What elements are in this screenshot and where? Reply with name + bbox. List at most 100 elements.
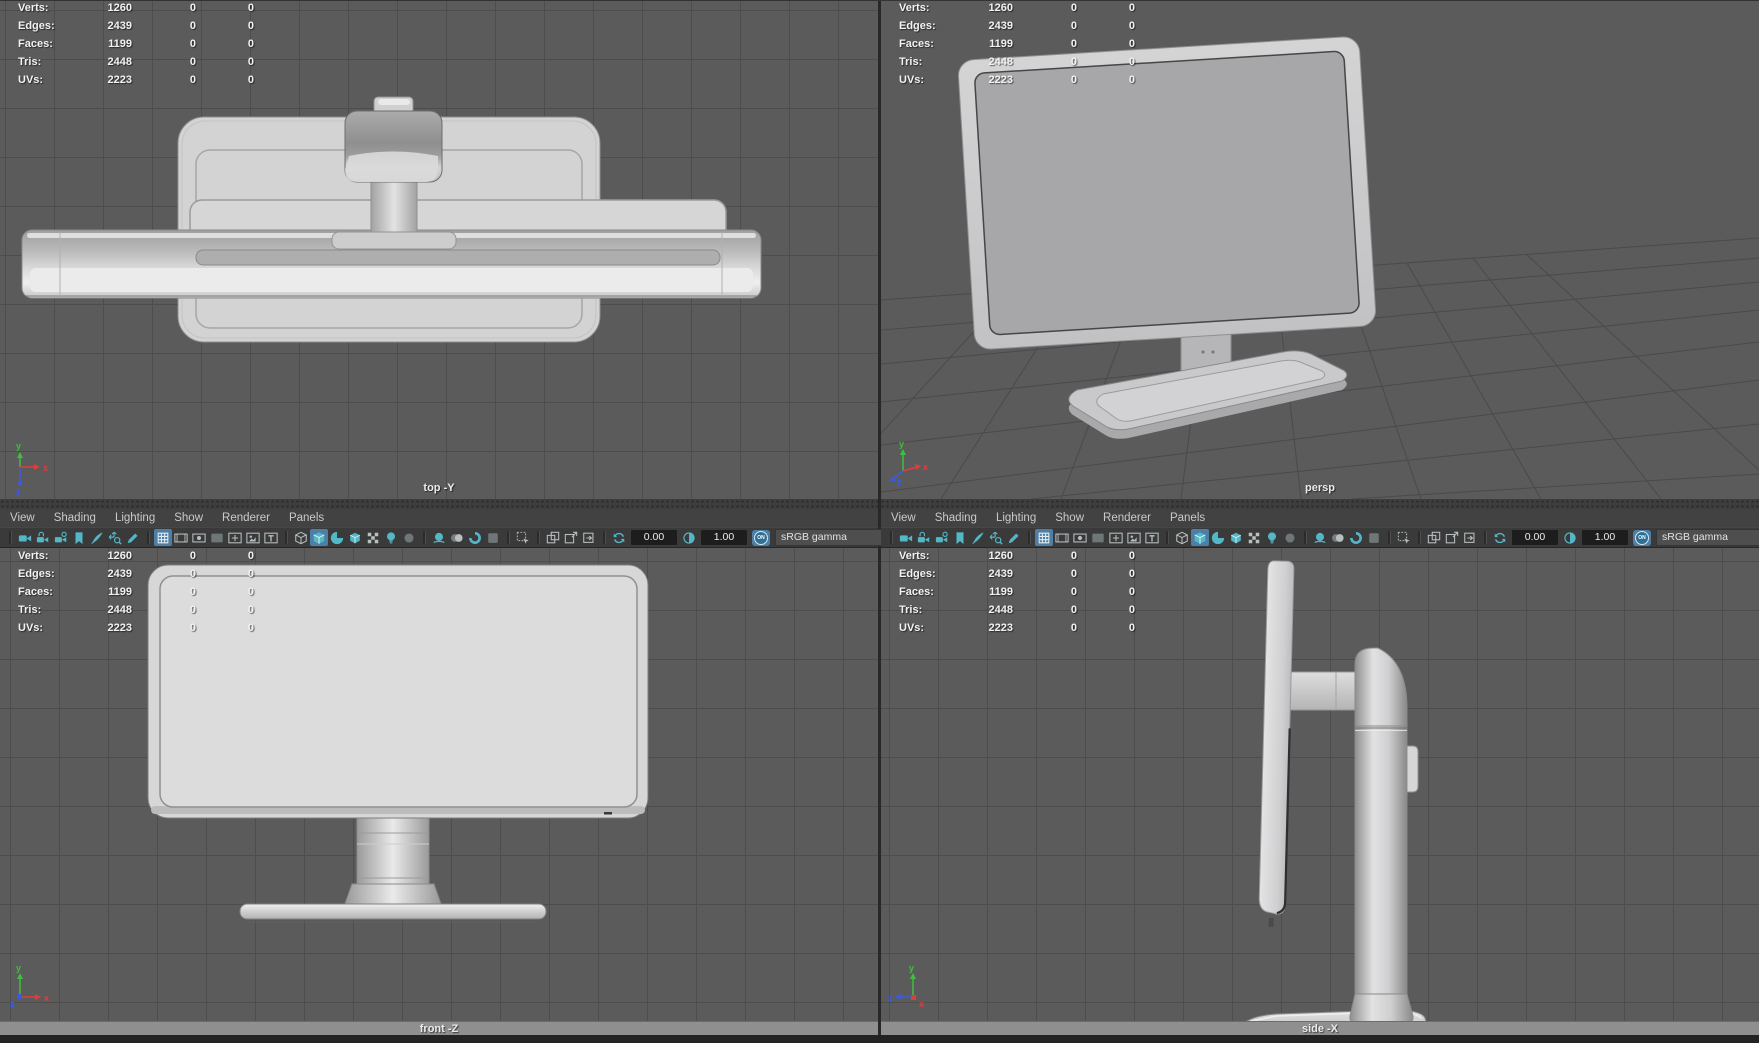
viewport-side[interactable]: Verts: 1260 0 0 Edges: 2439 0 0 Faces: 1199 0 0 Tris… [881, 548, 1759, 1035]
isolate-add-button[interactable] [562, 529, 580, 546]
hud-stat-c2: 0 [189, 38, 196, 50]
textured-mode-button[interactable] [328, 529, 346, 546]
exposure-field[interactable]: 0.00 [631, 530, 677, 545]
camera-attributes-icon[interactable] [52, 529, 70, 546]
camera-attributes-icon[interactable] [933, 529, 951, 546]
default-material-button[interactable] [1245, 529, 1263, 546]
hud-stat-row: Tris: 2448 0 0 [0, 56, 270, 74]
pan-zoom-icon[interactable] [987, 529, 1005, 546]
menu-show[interactable]: Show [1055, 512, 1084, 524]
image-plane-icon[interactable] [88, 529, 106, 546]
gamma-field[interactable]: 1.00 [701, 530, 747, 545]
motion-blur-button[interactable] [1329, 529, 1347, 546]
hud-stat-lbl: Faces: [18, 38, 53, 50]
gate-mask-button[interactable] [208, 529, 226, 546]
wireframe-mode-button[interactable] [1173, 529, 1191, 546]
menu-shading[interactable]: Shading [935, 512, 977, 524]
color-management-toggle[interactable]: ON [752, 529, 770, 546]
isolate-add-button[interactable] [1443, 529, 1461, 546]
film-gate-button[interactable] [172, 529, 190, 546]
view-transform-field[interactable]: sRGB gamma [1656, 529, 1759, 546]
wireframe-mode-button[interactable] [292, 529, 310, 546]
shadows-button[interactable] [1281, 529, 1299, 546]
hud-stat-lbl: UVs: [899, 622, 925, 634]
field-chart-button[interactable] [226, 529, 244, 546]
image-plane-icon[interactable] [969, 529, 987, 546]
field-chart-button[interactable] [1107, 529, 1125, 546]
grid-toggle-button[interactable] [1035, 529, 1053, 546]
default-material-button[interactable] [364, 529, 382, 546]
menu-lighting[interactable]: Lighting [115, 512, 155, 524]
motion-blur-button[interactable] [448, 529, 466, 546]
anti-aliasing-button[interactable] [466, 529, 484, 546]
resolution-gate-button[interactable] [190, 529, 208, 546]
hud-stat-c3: 0 [247, 550, 254, 562]
select-tool-button[interactable] [514, 529, 532, 546]
camera-lock-icon[interactable] [915, 529, 933, 546]
viewport-top[interactable]: Verts: 1260 0 0 Edges: 2439 0 0 Faces: 1199 0 0 Tris… [0, 0, 878, 499]
menu-renderer[interactable]: Renderer [222, 512, 270, 524]
camera-icon[interactable] [897, 529, 915, 546]
hud-stat-row: UVs: 2223 0 0 [0, 622, 270, 640]
menu-panels[interactable]: Panels [1170, 512, 1205, 524]
gate-mask-button[interactable] [1089, 529, 1107, 546]
hud-stat-c3: 0 [1128, 56, 1135, 68]
lighting-button[interactable] [382, 529, 400, 546]
hud-stat-row: Faces: 1199 0 0 [0, 586, 270, 604]
gamma-field[interactable]: 1.00 [1582, 530, 1628, 545]
select-tool-button[interactable] [1395, 529, 1413, 546]
lighting-button[interactable] [1263, 529, 1281, 546]
aa-samples-button[interactable] [1365, 529, 1383, 546]
film-gate-button[interactable] [1053, 529, 1071, 546]
exposure-field[interactable]: 0.00 [1512, 530, 1558, 545]
grease-pencil-icon[interactable] [124, 529, 142, 546]
anti-aliasing-button[interactable] [1347, 529, 1365, 546]
ambient-occlusion-button[interactable] [1311, 529, 1329, 546]
hud-stat-lbl: Edges: [18, 568, 55, 580]
hud-stat-row: Verts: 1260 0 0 [0, 550, 270, 568]
hud-stat-c3: 0 [247, 2, 254, 14]
resolution-gate-button[interactable] [1071, 529, 1089, 546]
menu-renderer[interactable]: Renderer [1103, 512, 1151, 524]
menu-panels[interactable]: Panels [289, 512, 324, 524]
exposure-icon[interactable] [610, 529, 628, 546]
isolate-remove-button[interactable] [580, 529, 598, 546]
safe-title-button[interactable] [262, 529, 280, 546]
isolate-select-button[interactable] [544, 529, 562, 546]
viewport-persp[interactable]: Verts: 1260 0 0 Edges: 2439 0 0 Faces: 1199 0 0 Tris… [881, 0, 1759, 499]
menu-lighting[interactable]: Lighting [996, 512, 1036, 524]
toolbar-separator [603, 531, 605, 544]
hud-stat-c1: 1199 [989, 38, 1013, 50]
isolate-select-button[interactable] [1425, 529, 1443, 546]
isolate-remove-button[interactable] [1461, 529, 1479, 546]
textured-mode-button[interactable] [1209, 529, 1227, 546]
safe-action-button[interactable] [1125, 529, 1143, 546]
shaded-mode-button[interactable] [310, 529, 328, 546]
safe-title-button[interactable] [1143, 529, 1161, 546]
hud-stat-c3: 0 [247, 20, 254, 32]
menu-view[interactable]: View [10, 512, 35, 524]
safe-action-button[interactable] [244, 529, 262, 546]
ambient-occlusion-button[interactable] [430, 529, 448, 546]
axis-z-label: z [10, 999, 15, 1009]
pan-zoom-icon[interactable] [106, 529, 124, 546]
wireframe-on-shaded-button[interactable] [346, 529, 364, 546]
shadows-button[interactable] [400, 529, 418, 546]
camera-icon[interactable] [16, 529, 34, 546]
menu-view[interactable]: View [891, 512, 916, 524]
grease-pencil-icon[interactable] [1005, 529, 1023, 546]
grid-toggle-button[interactable] [154, 529, 172, 546]
wireframe-on-shaded-button[interactable] [1227, 529, 1245, 546]
viewport-front[interactable]: Verts: 1260 0 0 Edges: 2439 0 0 Faces: 1199 0 0 Tris… [0, 548, 878, 1035]
menu-show[interactable]: Show [174, 512, 203, 524]
exposure-icon[interactable] [1491, 529, 1509, 546]
gamma-icon[interactable] [680, 529, 698, 546]
bookmark-icon[interactable] [951, 529, 969, 546]
menu-shading[interactable]: Shading [54, 512, 96, 524]
shaded-mode-button[interactable] [1191, 529, 1209, 546]
aa-samples-button[interactable] [484, 529, 502, 546]
camera-lock-icon[interactable] [34, 529, 52, 546]
gamma-icon[interactable] [1561, 529, 1579, 546]
bookmark-icon[interactable] [70, 529, 88, 546]
color-management-toggle[interactable]: ON [1633, 529, 1651, 546]
